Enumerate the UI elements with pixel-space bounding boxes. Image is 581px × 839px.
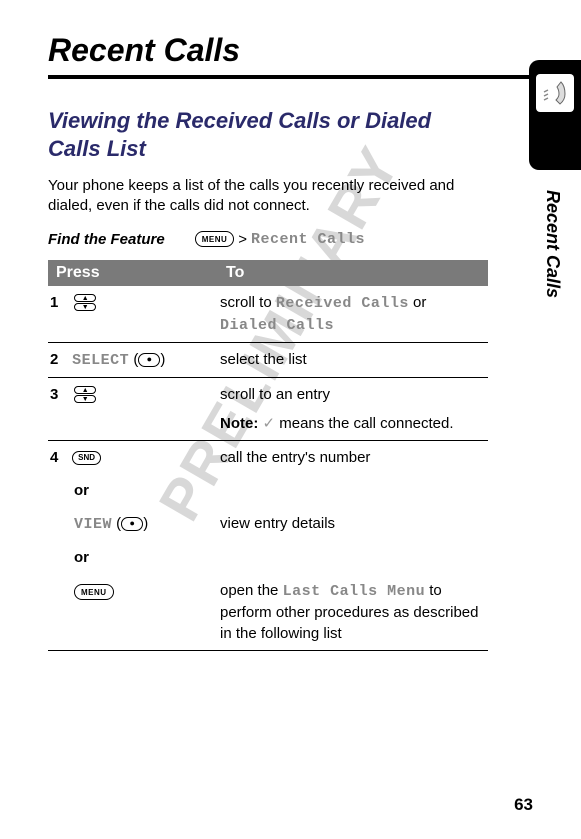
col-to: To — [218, 260, 488, 286]
page-number: 63 — [514, 795, 533, 815]
row4b-text: view entry details — [218, 507, 488, 541]
section-subtitle: Viewing the Received Calls or Dialed Cal… — [48, 107, 448, 162]
row4c-pre: open the — [220, 582, 283, 599]
row4a-text: call the entry's number — [218, 440, 488, 474]
table-row: 4 SND call the entry's number — [48, 440, 488, 474]
table-row: 1 ▲ ▼ scroll to Received Calls or Dialed… — [48, 286, 488, 343]
scroll-key-icon: ▲ ▼ — [74, 294, 96, 311]
or-label: or — [50, 547, 210, 568]
step-number: 4 — [50, 447, 68, 468]
scroll-key-icon: ▲ ▼ — [74, 386, 96, 403]
table-row: or — [48, 541, 488, 574]
title-underline — [48, 75, 533, 79]
table-row: 2 SELECT (●) select the list — [48, 342, 488, 377]
soft-key-icon: ● — [121, 517, 143, 531]
row1-mono2: Dialed Calls — [220, 317, 334, 334]
check-icon: ✓ — [263, 415, 276, 432]
instructions-table: Press To 1 ▲ ▼ scroll to Received Calls … — [48, 260, 488, 651]
col-press: Press — [48, 260, 218, 286]
page-title: Recent Calls — [48, 32, 533, 69]
row2-text: select the list — [218, 342, 488, 377]
find-feature-row: Find the Feature MENU > Recent Calls — [48, 231, 533, 248]
find-feature-label: Find the Feature — [48, 231, 165, 248]
row1-mono1: Received Calls — [276, 295, 409, 312]
view-label: VIEW — [74, 516, 112, 533]
table-row: MENU open the Last Calls Menu to perform… — [48, 574, 488, 651]
row4c-mono: Last Calls Menu — [283, 583, 426, 600]
table-row: 3 ▲ ▼ scroll to an entry Note: ✓ means t… — [48, 377, 488, 440]
separator: > — [238, 231, 247, 248]
find-feature-path: MENU > Recent Calls — [195, 231, 365, 248]
snd-key-icon: SND — [72, 451, 101, 465]
step-number: 2 — [50, 349, 68, 370]
step-number: 1 — [50, 292, 68, 313]
table-row: or — [48, 474, 488, 507]
or-label: or — [50, 480, 210, 501]
row3-text: scroll to an entry — [220, 384, 480, 405]
row1-text-pre: scroll to — [220, 294, 276, 311]
feature-path-text: Recent Calls — [251, 231, 365, 248]
menu-key-icon: MENU — [195, 231, 235, 247]
table-header-row: Press To — [48, 260, 488, 286]
menu-key-icon: MENU — [74, 584, 114, 600]
note-text: means the call connected. — [275, 415, 453, 432]
soft-key-icon: ● — [138, 353, 160, 367]
note-label: Note: — [220, 415, 258, 432]
intro-text: Your phone keeps a list of the calls you… — [48, 176, 478, 217]
row1-text-mid: or — [409, 294, 427, 311]
table-row: VIEW (●) view entry details — [48, 507, 488, 541]
select-label: SELECT — [72, 352, 129, 369]
step-number: 3 — [50, 384, 68, 405]
